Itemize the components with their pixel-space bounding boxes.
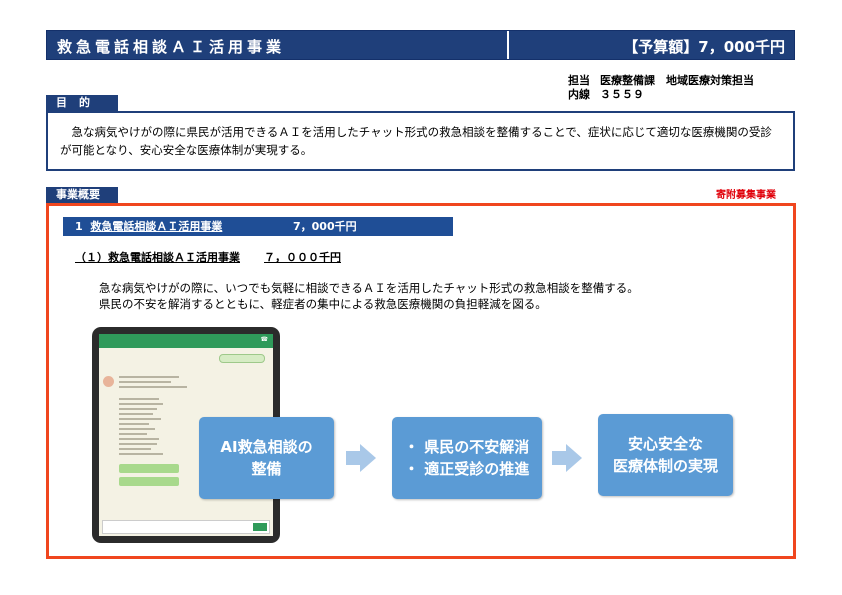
description: 急な病気やけがの際に、いつでも気軽に相談できるＡＩを活用したチャット形式の救急相… xyxy=(99,280,639,312)
chat-option-button xyxy=(119,477,179,486)
budget-cell: 【予算額】7，000千円 xyxy=(507,31,795,59)
page-title: 救急電話相談ＡＩ活用事業 xyxy=(57,38,286,56)
flow-step-3-line-1: 安心安全な xyxy=(627,435,703,453)
subsection-title: （１）救急電話相談ＡＩ活用事業 xyxy=(75,251,240,264)
flow-step-2-line-2: ・ 適正受診の推進 xyxy=(404,460,530,478)
budget-amount: 【予算額】7，000千円 xyxy=(623,38,785,56)
subsection-title-row: （１）救急電話相談ＡＩ活用事業 ７，０００千円 xyxy=(75,249,341,265)
subsection-amount: ７，０００千円 xyxy=(264,251,341,264)
contact-value-extension: ３５５９ xyxy=(600,88,644,101)
phone-icon: ☎ xyxy=(260,336,268,343)
overview-tag: 事業概要 xyxy=(46,187,118,203)
flow-arrow-2-shaft xyxy=(552,451,566,465)
title-bar: 救急電話相談ＡＩ活用事業 【予算額】7，000千円 xyxy=(46,30,795,60)
flow-arrow-1-icon xyxy=(360,444,376,472)
contact-label-extension: 内線 xyxy=(568,88,590,101)
flow-step-ai-consultation: AI救急相談の 整備 xyxy=(199,417,334,499)
flow-step-effects: ・ 県民の不安解消 ・ 適正受診の推進 xyxy=(392,417,542,499)
purpose-text: 急な病気やけがの際に県民が活用できるＡＩを活用したチャット形式の救急相談を整備す… xyxy=(60,125,772,157)
contact-label-charge: 担当 xyxy=(568,74,590,87)
purpose-box: 急な病気やけがの際に県民が活用できるＡＩを活用したチャット形式の救急相談を整備す… xyxy=(46,111,795,171)
section-amount: 7，000千円 xyxy=(293,220,357,233)
flow-step-3-line-2: 医療体制の実現 xyxy=(612,457,718,475)
purpose-tag: 目的 xyxy=(46,95,118,111)
flow-step-1-line-1: AI救急相談の xyxy=(220,438,313,456)
section-number: 1 xyxy=(75,220,83,233)
send-button xyxy=(253,523,267,531)
contact-value-charge: 医療整備課 地域医療対策担当 xyxy=(600,74,754,87)
flow-arrow-1-shaft xyxy=(346,451,360,465)
chat-header-bar: ☎ xyxy=(99,334,273,348)
chat-option-button xyxy=(119,464,179,473)
bot-message-lines xyxy=(119,376,189,458)
description-line-2: 県民の不安を解消するとともに、軽症者の集中による救急医療機関の負担軽減を図る。 xyxy=(99,297,547,311)
nurse-avatar-icon xyxy=(103,376,114,387)
donation-label: 寄附募集事業 xyxy=(716,190,776,201)
user-chat-bubble xyxy=(219,354,265,363)
flow-step-outcome: 安心安全な 医療体制の実現 xyxy=(598,414,733,496)
contact-block: 担当 医療整備課 地域医療対策担当 内線 ３５５９ xyxy=(568,74,754,102)
description-line-1: 急な病気やけがの際に、いつでも気軽に相談できるＡＩを活用したチャット形式の救急相… xyxy=(99,281,639,295)
flow-arrow-2-icon xyxy=(566,444,582,472)
flow-step-1-line-2: 整備 xyxy=(251,460,282,478)
section-title: 救急電話相談ＡＩ活用事業 xyxy=(90,220,223,233)
section-header: 1 救急電話相談ＡＩ活用事業 7，000千円 xyxy=(63,217,453,236)
overview-box: 1 救急電話相談ＡＩ活用事業 7，000千円 （１）救急電話相談ＡＩ活用事業 ７，… xyxy=(46,203,796,559)
chat-input-field xyxy=(102,520,270,534)
flow-step-2-line-1: ・ 県民の不安解消 xyxy=(404,438,530,456)
